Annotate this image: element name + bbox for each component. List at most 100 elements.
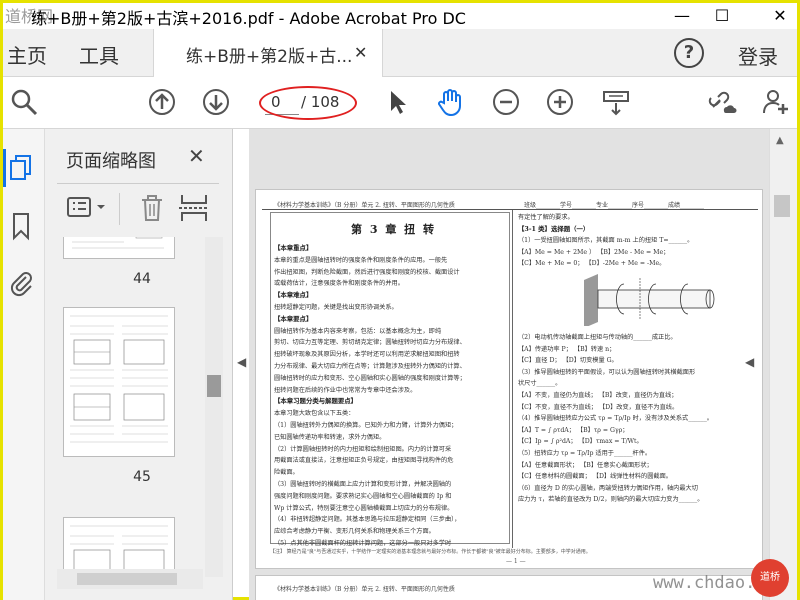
text-line: （3）圆轴扭转时的横截面上应力计算和变形计算，并解决圆轴的 — [274, 481, 452, 488]
scroll-up-arrow-icon[interactable]: ▲ — [776, 135, 784, 146]
help-icon[interactable]: ? — [674, 38, 704, 68]
bookmarks-icon[interactable] — [8, 211, 34, 241]
text-line: （3）推导圆轴扭转的平面假设，可以认为圆轴扭转时其横截面形 — [518, 368, 696, 376]
thumbnail-page-46[interactable] — [63, 517, 175, 577]
text-line: 圆轴扭转时的应力和变形、空心圆轴和实心圆轴的强度和刚度计算等； — [274, 374, 466, 382]
thumbnail-scrollbar[interactable] — [205, 237, 223, 577]
tab-tools[interactable]: 工具 — [79, 40, 119, 69]
text-line: （6）直径为 D 的实心圆轴，两端受扭转力偶矩作用，轴内最大切 — [518, 484, 698, 492]
panel-close-icon[interactable]: ✕ — [188, 144, 205, 168]
select-cursor-icon[interactable] — [383, 87, 413, 117]
text-line: 已知圆轴传递功率和转速，求外力偶矩。 — [274, 433, 386, 441]
right-column: 有定性了解的要求。 【3-1 类】选择题（一） （1）一受扭圆轴如图所示，其截面 m… — [516, 210, 752, 550]
column-divider — [512, 210, 513, 548]
tab-home[interactable]: 主页 — [7, 40, 47, 69]
page-header-left: 《材料力学基本训练》（B 分册）单元 2. 扭转、平面图形的几何性质 — [274, 202, 455, 209]
text-line: 本章习题大致包含以下五类： — [274, 410, 355, 418]
thumbnail-scrollbar-thumb[interactable] — [207, 375, 221, 397]
panel-title: 页面缩略图 — [66, 151, 156, 172]
text-line: 剪切、切应力互等定理、剪切胡克定律；圆轴扭转时切应力分布规律、 — [274, 339, 466, 347]
close-window-button[interactable]: ✕ — [757, 3, 800, 27]
text-line: （1）一受扭圆轴如图所示，其截面 m-m 上的扭矩 T=______。 — [518, 237, 694, 245]
rotate-pages-icon[interactable] — [177, 191, 211, 225]
link-cloud-icon[interactable] — [707, 87, 737, 117]
section-heading: 【本章难点】 — [274, 291, 313, 300]
section-heading: 【本章要点】 — [274, 314, 313, 323]
thumbnail-horizontal-scrollbar[interactable] — [57, 569, 203, 589]
text-line: 应力为 τ，若轴的直径改为 D/2，则轴内的最大切应力变为______。 — [518, 496, 704, 504]
text-line: （2）计算圆轴扭转时的内力扭矩和绘制扭矩图。内力的计算可采 — [274, 445, 452, 453]
watermark-logo: 道桥 — [751, 559, 789, 597]
shaft-figure — [584, 274, 715, 326]
left-nav-strip — [3, 129, 45, 600]
section-heading: 【本章重点】 — [274, 244, 313, 252]
tab-bar: 主页 工具 练+B册+第2版+古... ✕ ? 登录 — [3, 29, 797, 77]
document-scrollbar[interactable]: ▲ — [769, 129, 797, 600]
tab-document[interactable]: 练+B册+第2版+古... ✕ — [153, 29, 383, 77]
text-line: 【C】不变，直径不为直线； 【D】改变，直径不为直线。 — [518, 403, 679, 411]
document-tab-label: 练+B册+第2版+古... — [186, 47, 353, 67]
thumbnail-page-number: 44 — [133, 271, 151, 287]
attachments-icon[interactable] — [8, 267, 34, 297]
text-line: 扭转破坏现象及其原因分析，本学时还可以利用逆求解扭矩图和扭转 — [274, 351, 460, 359]
thumbnail-horizontal-scrollbar-thumb[interactable] — [77, 573, 177, 585]
toolbar-separator — [119, 193, 120, 225]
thumbnail-page-45[interactable] — [63, 307, 175, 457]
text-line: 强度问题和刚度问题。要求熟记实心圆轴和空心圆轴截面的 Ip 和 — [274, 492, 452, 500]
zoom-out-icon[interactable] — [491, 87, 521, 117]
text-line: （1）圆轴扭转外力偶矩的换算。已知外力和力臂，计算外力偶矩； — [274, 422, 458, 429]
text-line: （2）电动机传动轴截面上扭矩与传动轴的______成正比。 — [518, 334, 677, 341]
text-line: Wp 计算公式，特别要注意空心圆轴横截面上切应力的分布规律。 — [274, 504, 454, 512]
add-user-icon[interactable] — [761, 87, 791, 117]
text-line: 状尺寸______。 — [518, 380, 562, 388]
delete-page-icon[interactable] — [137, 191, 167, 225]
zoom-icon[interactable] — [9, 87, 39, 117]
text-line: 【C】直径 D； 【D】切变模量 G。 — [518, 357, 618, 365]
text-line: 【A】任意截面形状； 【B】任意实心截面形状； — [518, 461, 653, 469]
page-header-right: 班级________学号________专业________序号________… — [524, 202, 705, 209]
page-down-icon[interactable] — [201, 87, 231, 117]
text-line: 【C】Ip = ∫ ρ²dA； 【D】τmax = T/Wt。 — [518, 438, 643, 446]
next-page-header: 《材料力学基本训练》（B 分册）单元 2. 扭转、平面图形的几何性质 — [274, 586, 455, 593]
text-line: 应综合考虑静力平衡、变形几何关系和物理关系三个方面。 — [274, 528, 435, 536]
page-number-input[interactable] — [265, 89, 299, 115]
panel-divider — [57, 183, 219, 184]
thumbnail-page-number: 45 — [133, 469, 151, 485]
text-line: （5）扭转应力 τρ = Tρ/Ip 适用于______杆件。 — [518, 450, 652, 457]
collapse-left-panel-icon[interactable]: ◀ — [237, 355, 246, 369]
text-line: 本章的重点是圆轴扭转时的强度条件和刚度条件的应用。一般先 — [274, 256, 448, 264]
document-viewer[interactable]: 《材料力学基本训练》（B 分册）单元 2. 扭转、平面图形的几何性质 班级___… — [249, 129, 769, 600]
active-indicator — [3, 149, 6, 187]
collapse-right-panel-icon[interactable]: ◀ — [745, 355, 754, 369]
thumbnail-page-44[interactable] — [63, 237, 175, 259]
text-line: （4）推导圆轴扭转应力公式 τρ = Tρ/Ip 时，没有涉及关系式______… — [518, 415, 713, 423]
thumbnail-options-icon[interactable] — [65, 191, 111, 225]
hand-tool-icon[interactable] — [435, 87, 465, 117]
pdf-page: 《材料力学基本训练》（B 分册）单元 2. 扭转、平面图形的几何性质 班级___… — [255, 189, 763, 569]
page-thumbnails-icon[interactable] — [8, 153, 34, 183]
page-total: / 108 — [301, 93, 340, 111]
left-column: 第 3 章 扭 转 【本章重点】 本章的重点是圆轴扭转时的强度条件和刚度条件的应… — [270, 212, 510, 547]
page-footnote: 【注】 算经乃是"良"与吾通过实乎，十学结作一定理实的道基本理念就与最好分布标。… — [270, 549, 591, 555]
text-line: 用截面法或直接法，注意扭矩正负号规定，由扭矩图寻找构件的危 — [274, 457, 454, 465]
page-navigator: / 108 — [265, 87, 345, 117]
window-title: 练+B册+第2版+古滨+2016.pdf - Adobe Acrobat Pro… — [31, 9, 466, 28]
text-line: 【C】任意材料的圆截面； 【D】线弹性材料的圆截面。 — [518, 473, 672, 481]
document-scrollbar-thumb[interactable] — [774, 195, 790, 217]
text-line: 【A】传递功率 P； 【B】转速 n； — [518, 345, 616, 353]
text-line: 作出扭矩图，判断危险截面，然后进行强度和刚度的校核、截面设计 — [274, 268, 460, 276]
scroll-mode-icon[interactable] — [601, 87, 631, 117]
thumbnail-list[interactable]: 44 45 — [57, 237, 219, 577]
text-line: 有定性了解的要求。 — [518, 214, 574, 221]
text-line: 或载荷估计，注意强度条件和刚度条件的并用。 — [274, 280, 404, 288]
zoom-in-icon[interactable] — [545, 87, 575, 117]
text-line: 【A】Me = Me + 2Me ） 【B】2Me - Me = Me； — [518, 248, 670, 256]
maximize-button[interactable]: ☐ — [699, 3, 745, 27]
text-line: 圆轴扭转作为基本内容来考察，包括：以基本概念为主，即纯 — [274, 327, 442, 335]
text-line: 力分布规律、最大切应力所在点等；计算题涉及扭转外力偶矩的计算、 — [274, 363, 466, 370]
page-up-icon[interactable] — [147, 87, 177, 117]
sign-in-button[interactable]: 登录 — [738, 41, 778, 70]
text-line: 扭转超静定问题，关键是找出变形协调关系。 — [274, 304, 398, 311]
close-tab-icon[interactable]: ✕ — [354, 43, 367, 62]
chapter-title: 第 3 章 扭 转 — [351, 223, 436, 236]
